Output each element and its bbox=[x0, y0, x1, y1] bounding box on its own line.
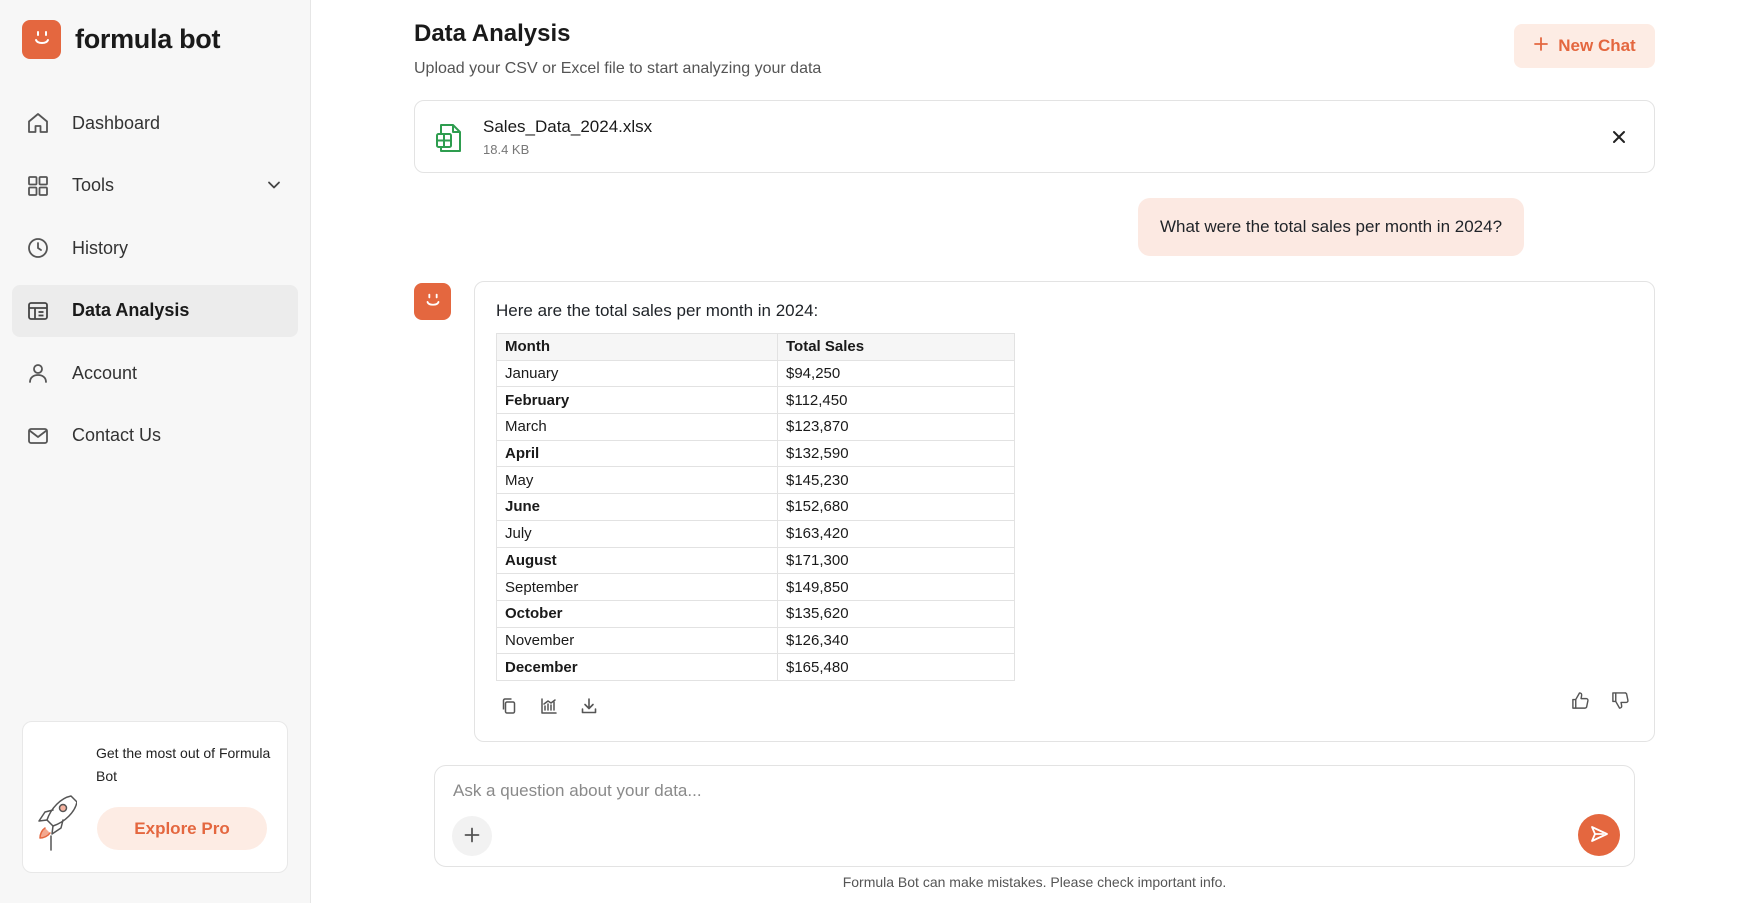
table-header-row: Month Total Sales bbox=[496, 333, 1015, 361]
response-actions bbox=[499, 696, 599, 716]
sidebar: formula bot Dashboard Tools History Data… bbox=[0, 0, 311, 903]
table-row: June $152,680 bbox=[496, 493, 1015, 521]
disclaimer-text: Formula Bot can make mistakes. Please ch… bbox=[842, 874, 1227, 890]
table-row: July $163,420 bbox=[496, 519, 1015, 548]
table-row: September $149,850 bbox=[496, 573, 1015, 601]
sidebar-item-label: History bbox=[72, 237, 129, 258]
grid-icon bbox=[26, 174, 50, 198]
response-feedback bbox=[1570, 690, 1630, 710]
table-icon bbox=[26, 299, 50, 323]
sidebar-item-label: Dashboard bbox=[72, 112, 161, 133]
month-cell: August bbox=[496, 546, 778, 575]
sales-cell: $165,480 bbox=[777, 653, 1015, 681]
month-cell: June bbox=[496, 493, 778, 521]
sidebar-item-data-analysis[interactable]: Data Analysis bbox=[12, 284, 298, 337]
file-name: Sales_Data_2024.xlsx bbox=[483, 117, 653, 136]
table-row: March $123,870 bbox=[496, 413, 1015, 441]
thumbs-down-icon[interactable] bbox=[1610, 690, 1630, 710]
plus-icon bbox=[464, 827, 480, 846]
send-icon bbox=[1589, 824, 1609, 847]
month-cell: November bbox=[496, 626, 778, 655]
table-row: February $112,450 bbox=[496, 386, 1015, 415]
sales-cell: $149,850 bbox=[777, 573, 1015, 601]
rocket-icon bbox=[33, 792, 78, 857]
sidebar-item-label: Data Analysis bbox=[72, 300, 190, 320]
user-icon bbox=[26, 361, 50, 385]
brand-name: formula bot bbox=[75, 24, 221, 54]
sidebar-nav: Dashboard Tools History Data Analysis Ac… bbox=[12, 97, 298, 472]
clock-icon bbox=[26, 236, 50, 260]
sidebar-item-account[interactable]: Account bbox=[12, 347, 298, 399]
sales-cell: $152,680 bbox=[777, 493, 1015, 521]
page-subtitle: Upload your CSV or Excel file to start a… bbox=[414, 60, 822, 77]
remove-file-close-icon[interactable] bbox=[1608, 126, 1630, 148]
table-row: December $165,480 bbox=[496, 653, 1015, 681]
chat-input[interactable] bbox=[453, 776, 1553, 806]
month-cell: December bbox=[496, 653, 778, 681]
table-row: October $135,620 bbox=[496, 599, 1015, 628]
file-size: 18.4 KB bbox=[483, 142, 530, 157]
month-cell: July bbox=[496, 519, 778, 548]
page-title: Data Analysis bbox=[414, 20, 571, 47]
explore-pro-button[interactable]: Explore Pro bbox=[97, 807, 267, 850]
sidebar-item-contact-us[interactable]: Contact Us bbox=[12, 410, 298, 462]
sales-cell: $145,230 bbox=[777, 466, 1015, 495]
sales-cell: $171,300 bbox=[777, 546, 1015, 575]
sales-cell: $132,590 bbox=[777, 439, 1015, 468]
bot-response-card: Here are the total sales per month in 20… bbox=[474, 281, 1655, 742]
month-cell: October bbox=[496, 599, 778, 628]
sidebar-item-label: Account bbox=[72, 362, 138, 383]
table-row: April $132,590 bbox=[496, 439, 1015, 468]
thumbs-up-icon[interactable] bbox=[1570, 690, 1590, 710]
sidebar-item-label: Tools bbox=[72, 175, 115, 195]
new-chat-label: New Chat bbox=[1558, 36, 1636, 55]
chart-icon[interactable] bbox=[539, 696, 559, 716]
plus-icon bbox=[1533, 36, 1549, 57]
sales-table: Month Total Sales January $94,250 Februar… bbox=[496, 333, 1015, 681]
sales-cell: $163,420 bbox=[777, 519, 1015, 548]
mail-icon bbox=[26, 424, 50, 448]
sales-cell: $135,620 bbox=[777, 599, 1015, 628]
sales-cell: $123,870 bbox=[777, 413, 1015, 441]
sidebar-item-tools[interactable]: Tools bbox=[12, 160, 298, 212]
spreadsheet-icon bbox=[435, 123, 463, 158]
brand[interactable]: formula bot bbox=[22, 20, 220, 59]
table-row: November $126,340 bbox=[496, 626, 1015, 655]
month-cell: January bbox=[496, 359, 778, 388]
month-cell: May bbox=[496, 466, 778, 495]
home-icon bbox=[26, 111, 50, 135]
bot-response-intro: Here are the total sales per month in 20… bbox=[496, 301, 819, 320]
attach-button[interactable] bbox=[452, 816, 492, 856]
month-cell: March bbox=[496, 413, 778, 441]
sales-cell: $94,250 bbox=[777, 359, 1015, 388]
sidebar-item-dashboard[interactable]: Dashboard bbox=[12, 97, 298, 149]
new-chat-button[interactable]: New Chat bbox=[1514, 24, 1655, 68]
sidebar-item-history[interactable]: History bbox=[12, 222, 298, 274]
formula-bot-logo-icon bbox=[22, 20, 61, 59]
month-cell: April bbox=[496, 439, 778, 468]
sales-cell: $112,450 bbox=[777, 386, 1015, 415]
bot-avatar-icon bbox=[414, 283, 451, 320]
send-button[interactable] bbox=[1578, 814, 1620, 856]
month-cell: February bbox=[496, 386, 778, 415]
month-cell: September bbox=[496, 573, 778, 601]
column-header-total-sales: Total Sales bbox=[777, 333, 1015, 361]
message-composer bbox=[434, 765, 1635, 867]
table-row: May $145,230 bbox=[496, 466, 1015, 495]
sales-cell: $126,340 bbox=[777, 626, 1015, 655]
user-message: What were the total sales per month in 2… bbox=[1138, 198, 1524, 256]
upgrade-promo-card: Get the most out of Formula Bot Explore … bbox=[22, 721, 288, 873]
download-icon[interactable] bbox=[579, 696, 599, 716]
chevron-down-icon[interactable] bbox=[264, 175, 284, 200]
table-row: August $171,300 bbox=[496, 546, 1015, 575]
copy-icon[interactable] bbox=[499, 696, 519, 716]
promo-text: Get the most out of Formula Bot bbox=[96, 745, 271, 784]
table-row: January $94,250 bbox=[496, 359, 1015, 388]
sidebar-item-label: Contact Us bbox=[72, 425, 162, 445]
column-header-month: Month bbox=[496, 333, 778, 361]
uploaded-file-card: Sales_Data_2024.xlsx 18.4 KB bbox=[414, 100, 1655, 173]
